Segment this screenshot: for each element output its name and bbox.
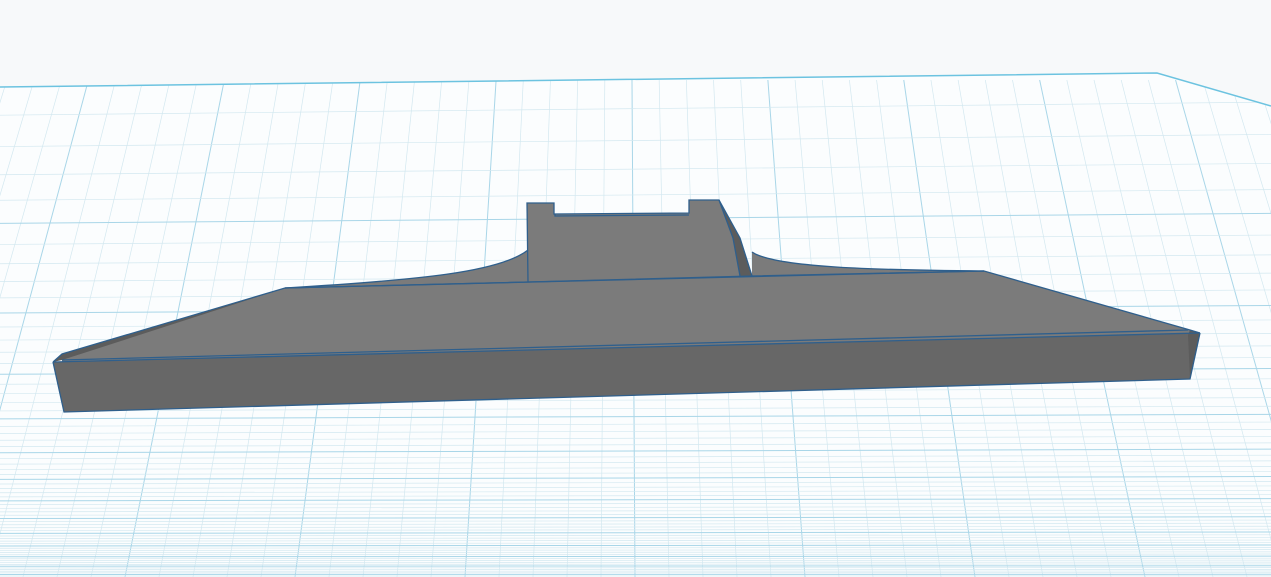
workplane-scene[interactable] (0, 0, 1271, 577)
grid-line (0, 555, 1271, 558)
3d-viewport[interactable] (0, 0, 1271, 577)
